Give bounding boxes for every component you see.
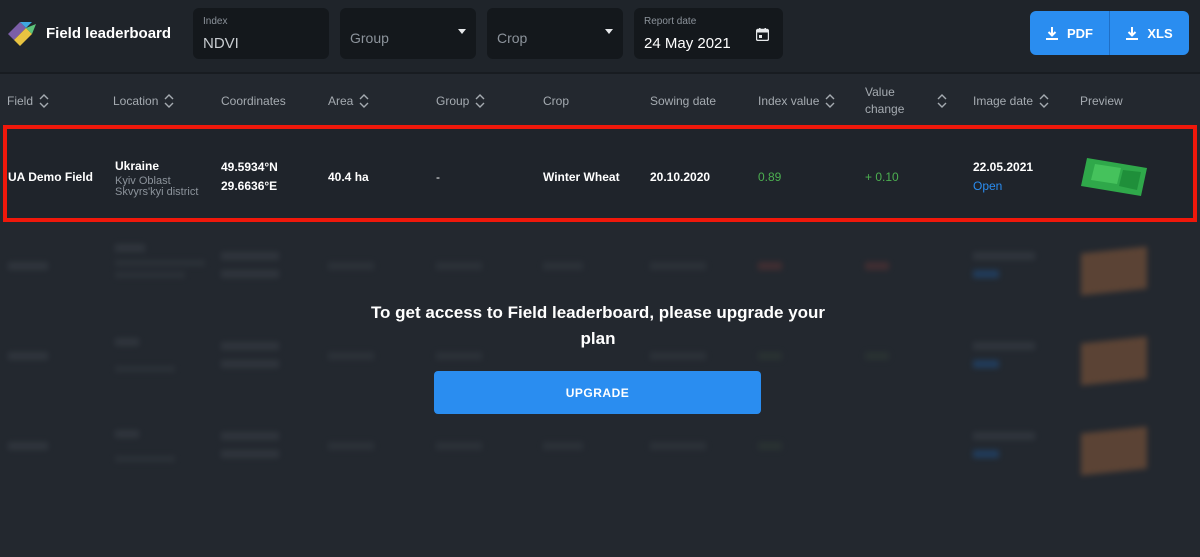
app-logo-icon [8, 22, 36, 46]
column-header-coordinates: Coordinates [221, 76, 286, 126]
column-header-image-date[interactable]: Image date [973, 76, 1049, 126]
index-value: NDVI [203, 35, 239, 52]
column-label: Field [7, 94, 34, 108]
upgrade-button[interactable]: UPGRADE [434, 371, 761, 414]
column-header-sowing-date: Sowing date [650, 76, 716, 126]
chevron-down-icon [605, 29, 613, 34]
column-header-preview: Preview [1080, 76, 1123, 126]
cell-field[interactable]: UA Demo Field [8, 170, 93, 184]
sort-icon [825, 94, 835, 108]
group-placeholder: Group [350, 30, 389, 46]
index-label: Index [203, 16, 228, 27]
group-select[interactable]: Group [340, 8, 476, 59]
cell-longitude: 29.6636°E [221, 179, 278, 193]
table-header: Field Location Coordinates Area Group Cr… [0, 76, 1200, 126]
calendar-icon[interactable] [756, 28, 769, 41]
column-label: Index value [758, 94, 820, 108]
chevron-down-icon [458, 29, 466, 34]
cell-location-country: Ukraine [115, 159, 160, 173]
crop-placeholder: Crop [497, 30, 528, 46]
cell-latitude: 49.5934°N [221, 160, 278, 174]
cell-crop: Winter Wheat [543, 170, 620, 184]
export-xls-button[interactable]: XLS [1110, 11, 1189, 55]
column-header-location[interactable]: Location [113, 76, 174, 126]
field-preview-image[interactable] [1081, 154, 1147, 196]
cell-image-date: 22.05.2021 [973, 160, 1034, 174]
column-label: Crop [543, 94, 570, 108]
cell-index-value: 0.89 [758, 170, 782, 184]
column-header-value-change[interactable]: Value change [865, 76, 947, 126]
column-label: Value change [865, 85, 905, 116]
export-xls-label: XLS [1147, 25, 1173, 41]
column-header-index-value[interactable]: Index value [758, 76, 835, 126]
sort-icon [359, 94, 369, 108]
column-label: Preview [1080, 94, 1123, 108]
cell-area: 40.4 ha [328, 170, 369, 184]
column-header-field[interactable]: Field [7, 76, 49, 126]
export-buttons: PDF XLS [1030, 11, 1189, 55]
page-title: Field leaderboard [46, 25, 172, 42]
cell-sowing-date: 20.10.2020 [650, 170, 711, 184]
column-label: Image date [973, 94, 1034, 108]
cell-group: - [436, 170, 440, 184]
column-label: Area [328, 94, 354, 108]
sort-icon [164, 94, 174, 108]
crop-select[interactable]: Crop [487, 8, 623, 59]
open-image-link[interactable]: Open [973, 179, 1002, 193]
download-icon [1126, 26, 1139, 40]
sort-icon [39, 94, 49, 108]
top-bar: Field leaderboard Index NDVI Group Crop … [0, 0, 1200, 74]
column-label: Group [436, 94, 470, 108]
sort-icon [937, 94, 947, 108]
report-date-value: 24 May 2021 [644, 35, 731, 52]
export-pdf-button[interactable]: PDF [1030, 11, 1110, 55]
column-header-crop: Crop [543, 76, 569, 126]
upgrade-message: To get access to Field leaderboard, plea… [370, 303, 826, 348]
cell-value-change: + 0.10 [865, 170, 899, 184]
report-date-picker[interactable]: Report date 24 May 2021 [634, 8, 783, 59]
cell-location-district: Skvyrs'kyi district [115, 186, 199, 198]
download-icon [1046, 26, 1058, 40]
column-header-group[interactable]: Group [436, 76, 485, 126]
sort-icon [1039, 94, 1049, 108]
report-date-label: Report date [644, 16, 697, 27]
index-select[interactable]: Index NDVI [193, 8, 329, 59]
table-row-locked [0, 408, 1200, 498]
column-label: Coordinates [221, 94, 286, 108]
column-header-area[interactable]: Area [328, 76, 369, 126]
column-label: Location [113, 94, 159, 108]
sort-icon [475, 94, 485, 108]
column-label: Sowing date [650, 94, 717, 108]
export-pdf-label: PDF [1067, 25, 1093, 41]
